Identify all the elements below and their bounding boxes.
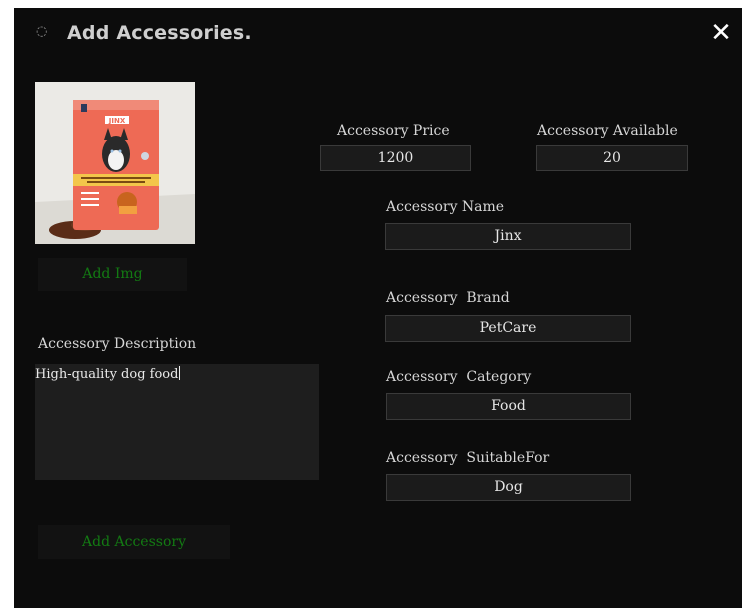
brand-input[interactable]: PetCare [385, 315, 631, 342]
dog-food-bag-illustration: JINX [35, 82, 195, 244]
description-text: High-quality dog food [35, 367, 179, 382]
price-input[interactable]: 1200 [320, 145, 471, 171]
modal-title: Add Accessories. [67, 22, 252, 44]
close-icon[interactable]: ✕ [708, 20, 734, 46]
spinner-icon: ◌ [36, 24, 48, 39]
product-image: JINX [35, 82, 195, 244]
available-label: Accessory Available [537, 123, 678, 139]
add-accessory-button[interactable]: Add Accessory [38, 525, 230, 559]
category-input[interactable]: Food [386, 393, 631, 420]
name-label: Accessory Name [386, 199, 505, 215]
description-textarea[interactable]: High-quality dog food [35, 364, 319, 480]
suitable-for-input[interactable]: Dog [386, 474, 631, 501]
bag-brand-text: JINX [108, 117, 126, 125]
available-input[interactable]: 20 [536, 145, 688, 171]
price-label: Accessory Price [337, 123, 450, 139]
name-input[interactable]: Jinx [385, 223, 631, 250]
text-caret [179, 366, 181, 380]
description-label: Accessory Description [38, 336, 197, 352]
brand-label: Accessory Brand [386, 290, 510, 306]
category-label: Accessory Category [386, 369, 532, 385]
add-accessory-modal: ◌ Add Accessories. ✕ JINX Add Img Access… [14, 8, 742, 608]
add-img-button[interactable]: Add Img [38, 258, 187, 291]
suitable-for-label: Accessory SuitableFor [386, 450, 550, 466]
